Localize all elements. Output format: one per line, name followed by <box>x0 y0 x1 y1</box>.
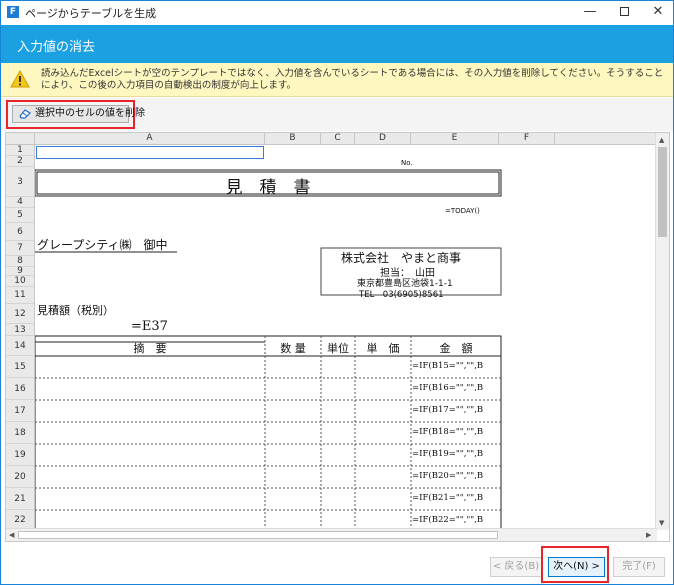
document-title: 見 積 書 <box>225 178 311 198</box>
amount-formula: =IF(B16="","",B <box>412 383 484 393</box>
row-header[interactable]: 4 <box>6 197 35 208</box>
maximize-button[interactable] <box>607 1 641 23</box>
estimate-formula: =E37 <box>131 319 168 334</box>
row-header[interactable]: 1 <box>6 145 35 156</box>
window-title: ページからテーブルを生成 <box>25 7 157 20</box>
title-bar: F ページからテーブルを生成 — ✕ <box>1 1 673 23</box>
back-button[interactable]: < 戻る(B) <box>490 557 542 577</box>
selected-cell-a1[interactable] <box>36 146 264 159</box>
delete-button-label: 選択中のセルの値を削除 <box>35 108 145 119</box>
row-header[interactable]: 5 <box>6 208 35 223</box>
row-header[interactable]: 18 <box>6 422 35 444</box>
dialog-window: F ページからテーブルを生成 — ✕ 入力値の消去 読み込んだExcelシートが… <box>0 0 674 585</box>
header-unit-price: 単 価 <box>366 342 400 355</box>
cell-area[interactable]: No. 見 積 書 =TODAY() グレープシティ㈱ 御中 株式会社 やまと商… <box>35 145 657 530</box>
scroll-right-icon[interactable]: ▶ <box>646 530 651 540</box>
minimize-icon: — <box>583 4 597 19</box>
amount-formula: =IF(B19="","",B <box>412 449 484 459</box>
step-title: 入力値の消去 <box>17 40 96 55</box>
row-header[interactable]: 19 <box>6 444 35 466</box>
row-header[interactable]: 22 <box>6 510 35 530</box>
row-header[interactable]: 13 <box>6 324 35 336</box>
row-header[interactable]: 17 <box>6 400 35 422</box>
header-unit: 単位 <box>327 342 349 355</box>
warning-icon <box>10 70 30 88</box>
column-header-c[interactable]: C <box>321 133 355 145</box>
vertical-scrollbar[interactable]: ▲ ▼ <box>655 133 669 530</box>
amount-formula: =IF(B22="","",B <box>412 515 484 525</box>
horizontal-scrollbar[interactable]: ◀ ▶ <box>6 528 657 541</box>
vertical-scroll-thumb[interactable] <box>658 147 667 237</box>
scroll-up-icon[interactable]: ▲ <box>659 135 664 145</box>
step-header: 入力値の消去 <box>1 25 673 63</box>
column-header-e[interactable]: E <box>411 133 499 145</box>
sheet-grid-lines <box>35 169 502 530</box>
spreadsheet[interactable]: A B C D E F 1 2 3 4 5 6 7 8 9 10 11 12 1… <box>5 132 670 542</box>
column-header-a[interactable]: A <box>35 133 265 145</box>
header-amount: 金 額 <box>439 342 473 355</box>
amount-formula: =IF(B18="","",B <box>412 427 484 437</box>
row-header[interactable]: 6 <box>6 223 35 241</box>
amount-formula: =IF(B17="","",B <box>412 405 484 415</box>
finish-button[interactable]: 完了(F) <box>613 557 665 577</box>
customer-name: グレープシティ㈱ 御中 <box>37 238 168 252</box>
sheet-corner[interactable] <box>6 133 35 145</box>
no-label: No. <box>401 159 413 167</box>
company-tel: TEL 03(6905)8561 <box>359 290 444 300</box>
row-header[interactable]: 15 <box>6 356 35 378</box>
info-text: 読み込んだExcelシートが空のテンプレートではなく、入力値を含んでいるシートで… <box>41 68 664 91</box>
info-bar: 読み込んだExcelシートが空のテンプレートではなく、入力値を含んでいるシートで… <box>1 63 673 97</box>
column-header-blank <box>555 133 657 145</box>
maximize-icon <box>619 7 629 16</box>
scroll-left-icon[interactable]: ◀ <box>9 530 14 540</box>
row-header[interactable]: 14 <box>6 336 35 356</box>
scroll-down-icon[interactable]: ▼ <box>659 518 664 528</box>
close-button[interactable]: ✕ <box>641 1 674 23</box>
header-summary: 摘 要 <box>133 342 167 355</box>
minimize-button[interactable]: — <box>573 1 607 23</box>
amount-formula: =IF(B15="","",B <box>412 361 484 371</box>
delete-selected-values-button[interactable]: 選択中のセルの値を削除 <box>12 105 145 123</box>
today-formula: =TODAY() <box>445 207 480 215</box>
row-header[interactable]: 9 <box>6 267 35 276</box>
row-header[interactable]: 20 <box>6 466 35 488</box>
amount-formula: =IF(B21="","",B <box>412 493 484 503</box>
column-header-b[interactable]: B <box>265 133 321 145</box>
estimate-label: 見積額（税別） <box>37 304 114 317</box>
row-header[interactable]: 3 <box>6 167 35 197</box>
column-header-d[interactable]: D <box>355 133 411 145</box>
row-header[interactable]: 16 <box>6 378 35 400</box>
row-header[interactable]: 2 <box>6 156 35 167</box>
column-header-f[interactable]: F <box>499 133 555 145</box>
row-header[interactable]: 7 <box>6 241 35 256</box>
horizontal-scroll-thumb[interactable] <box>18 531 498 539</box>
eraser-icon <box>19 109 31 119</box>
app-icon: F <box>7 6 19 18</box>
header-quantity: 数 量 <box>280 342 306 355</box>
next-button[interactable]: 次へ(N) > <box>548 557 605 577</box>
row-header[interactable]: 12 <box>6 304 35 324</box>
row-header[interactable]: 10 <box>6 276 35 287</box>
close-icon: ✕ <box>652 4 664 19</box>
row-header[interactable]: 21 <box>6 488 35 510</box>
amount-formula: =IF(B20="","",B <box>412 471 484 481</box>
row-header[interactable]: 11 <box>6 287 35 304</box>
